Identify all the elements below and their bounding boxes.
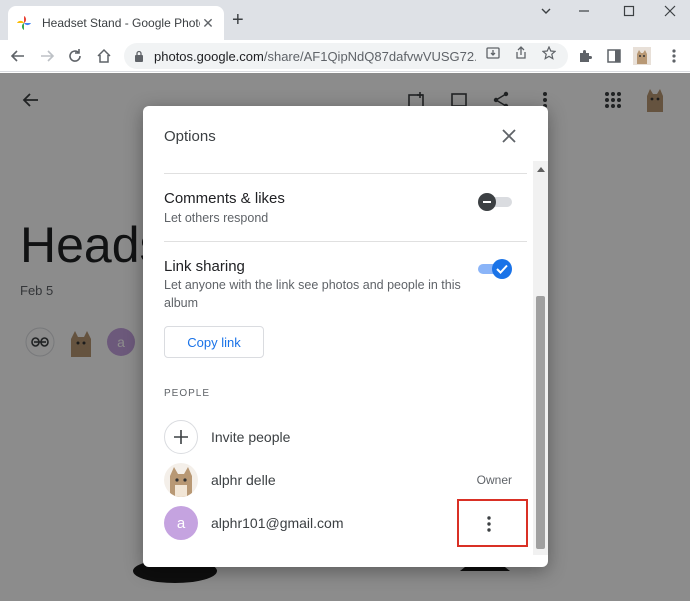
reload-button[interactable] bbox=[65, 46, 85, 66]
maximize-icon bbox=[623, 5, 635, 17]
address-bar[interactable]: photos.google.com/share/AF1QipNdQ87dafvw… bbox=[124, 43, 568, 69]
link-sharing-title: Link sharing bbox=[164, 258, 245, 275]
profile-avatar-button[interactable] bbox=[632, 46, 652, 66]
more-vert-icon[interactable] bbox=[487, 516, 491, 532]
person-email: alphr101@gmail.com bbox=[211, 515, 344, 531]
minimize-button[interactable] bbox=[540, 4, 552, 20]
arrow-left-icon bbox=[10, 50, 24, 62]
link-sharing-toggle[interactable] bbox=[478, 258, 512, 280]
invite-people-label: Invite people bbox=[211, 429, 291, 445]
browser-tab[interactable]: Headset Stand - Google Photos ✕ bbox=[8, 6, 224, 40]
more-vert-icon bbox=[672, 49, 676, 63]
share-icon[interactable] bbox=[513, 45, 529, 61]
close-icon bbox=[664, 5, 676, 17]
extensions-button[interactable] bbox=[575, 46, 595, 66]
tab-close-icon[interactable]: ✕ bbox=[200, 15, 216, 32]
scrollbar-thumb[interactable] bbox=[536, 296, 545, 549]
cat-avatar-icon bbox=[164, 463, 198, 497]
maximize-button[interactable] bbox=[623, 4, 635, 20]
tab-title: Headset Stand - Google Photos bbox=[42, 16, 200, 30]
install-app-icon[interactable] bbox=[485, 45, 501, 61]
dialog-title: Options bbox=[164, 128, 216, 145]
copy-link-button[interactable]: Copy link bbox=[164, 326, 264, 358]
url-host: photos.google.com bbox=[154, 48, 264, 64]
google-photos-icon bbox=[17, 16, 31, 30]
comments-likes-toggle[interactable] bbox=[478, 193, 512, 211]
url-path: /share/AF1QipNdQ87dafvwVUSG72... bbox=[263, 48, 476, 64]
reload-icon bbox=[69, 49, 81, 62]
letter-avatar: a bbox=[164, 506, 198, 540]
new-tab-button[interactable]: + bbox=[232, 10, 244, 30]
tab-strip: Headset Stand - Google Photos ✕ + bbox=[0, 0, 690, 40]
divider bbox=[164, 173, 527, 174]
side-panel-icon bbox=[607, 49, 621, 63]
person-row-owner: alphr delle Owner bbox=[164, 463, 514, 497]
close-icon[interactable] bbox=[499, 126, 519, 146]
home-icon bbox=[97, 48, 111, 63]
person-role: Owner bbox=[476, 473, 512, 487]
check-icon bbox=[496, 264, 508, 274]
bookmark-star-icon[interactable] bbox=[541, 45, 557, 61]
toggle-knob-on bbox=[492, 259, 512, 279]
home-button[interactable] bbox=[94, 46, 114, 66]
back-button[interactable] bbox=[8, 46, 28, 66]
arrow-right-icon bbox=[41, 50, 55, 62]
forward-button[interactable] bbox=[37, 46, 57, 66]
scroll-up-icon[interactable] bbox=[537, 167, 545, 172]
people-section-label: PEOPLE bbox=[164, 388, 211, 399]
window-close-button[interactable] bbox=[664, 4, 676, 20]
invite-people-row[interactable]: Invite people bbox=[164, 420, 514, 454]
puzzle-icon bbox=[580, 50, 592, 62]
divider bbox=[164, 241, 527, 242]
window-minimize-button[interactable] bbox=[578, 4, 590, 20]
comments-likes-subtitle: Let others respond bbox=[164, 211, 269, 225]
browser-toolbar: photos.google.com/share/AF1QipNdQ87dafvw… bbox=[0, 40, 690, 72]
link-sharing-subtitle: Let anyone with the link see photos and … bbox=[164, 278, 461, 310]
highlight-box bbox=[457, 499, 528, 547]
add-icon bbox=[164, 420, 198, 454]
options-dialog: Options Comments & likes Let others resp… bbox=[143, 106, 548, 567]
person-name: alphr delle bbox=[211, 472, 276, 488]
lock-icon bbox=[135, 50, 143, 62]
side-panel-button[interactable] bbox=[604, 46, 624, 66]
minimize-icon bbox=[579, 10, 589, 12]
url-text: photos.google.com/share/AF1QipNdQ87dafvw… bbox=[154, 49, 476, 64]
cat-avatar-icon bbox=[633, 47, 651, 65]
dialog-scrollbar[interactable] bbox=[533, 161, 548, 555]
chevron-down-icon bbox=[541, 8, 551, 14]
toggle-knob-off-icon bbox=[478, 193, 496, 211]
comments-likes-title: Comments & likes bbox=[164, 190, 285, 207]
browser-menu-button[interactable] bbox=[664, 46, 684, 66]
